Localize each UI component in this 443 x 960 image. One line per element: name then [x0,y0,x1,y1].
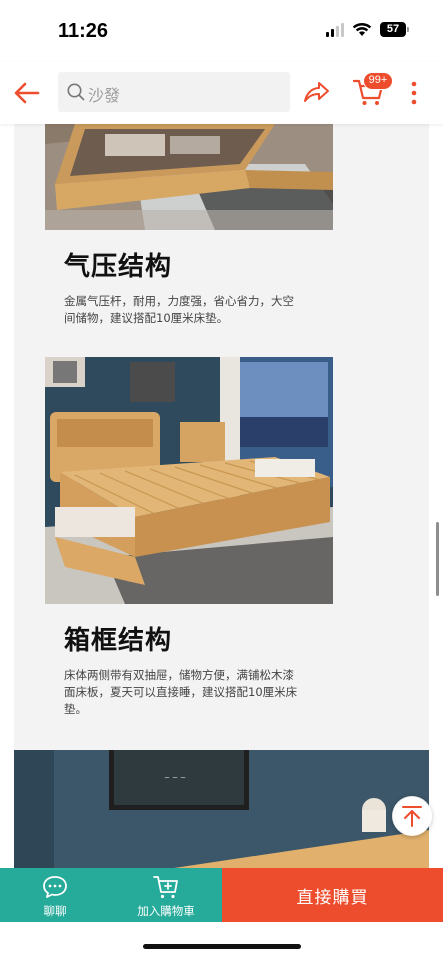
section-desc-gas-lift: 金属气压杆，耐用，力度强，省心省力，大空间储物，建议搭配10厘米床垫。 [64,294,294,325]
buy-now-button[interactable]: 直接購買 [222,868,443,922]
search-icon [67,83,85,101]
add-to-cart-label: 加入購物車 [137,904,195,918]
gas-lift-bed-photo [45,124,333,230]
scroll-indicator [436,522,439,596]
bed-lifestyle-photo: ~ ~ ~ [14,750,429,868]
chat-button[interactable]: 聊聊 [0,868,110,922]
status-bar: 11:26 57 [0,0,443,62]
box-frame-bed-photo [45,357,333,604]
bottom-action-bar: 聊聊 加入購物車 直接購買 [0,868,443,922]
cart-count-badge: 99+ [363,72,393,90]
chat-icon [43,876,67,898]
chat-button-label: 聊聊 [43,904,67,918]
section-desc-box-frame: 床体两侧带有双抽屉，储物方便，满铺松木漆面床板，夏天可以直接睡，建议搭配10厘米… [64,668,298,716]
add-to-cart-button[interactable]: 加入購物車 [110,868,222,922]
back-arrow-icon[interactable] [12,78,42,108]
battery-icon: 57 [380,22,409,37]
top-nav-bar: 沙發 99+ [0,62,443,124]
wifi-icon [352,22,372,36]
signal-icon [326,22,344,37]
product-description-content[interactable]: 气压结构 金属气压杆，耐用，力度强，省心省力，大空间储物，建议搭配10厘米床垫。 [0,124,443,868]
section-title-box-frame: 箱框结构 [64,626,173,656]
more-vertical-icon[interactable] [408,80,420,106]
add-cart-icon [153,876,178,899]
scroll-to-top-icon[interactable] [392,796,432,836]
status-icons: 57 [326,22,409,37]
svg-text:~ ~ ~: ~ ~ ~ [164,774,186,782]
battery-level: 57 [380,22,406,37]
search-placeholder: 沙發 [88,86,121,105]
home-indicator [143,944,301,949]
section-title-gas-lift: 气压结构 [64,252,173,282]
share-icon[interactable] [302,78,330,106]
search-input[interactable]: 沙發 [58,72,290,112]
status-time: 11:26 [58,20,109,42]
